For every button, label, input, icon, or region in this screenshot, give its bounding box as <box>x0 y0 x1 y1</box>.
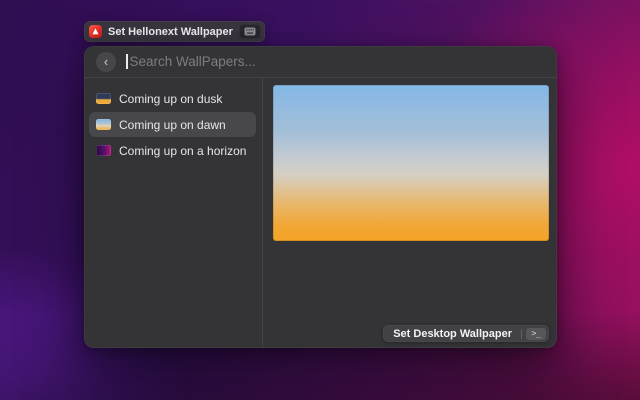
search-placeholder: Search WallPapers... <box>130 54 256 69</box>
list-item-label: Coming up on dusk <box>119 92 222 106</box>
list-item-dusk[interactable]: Coming up on dusk <box>89 86 256 111</box>
back-button[interactable]: ‹ <box>96 52 116 72</box>
keyboard-icon <box>244 27 256 36</box>
terminal-prompt-icon: >_ <box>526 328 546 340</box>
hellonext-icon <box>89 25 102 38</box>
list-item-label: Coming up on dawn <box>119 118 226 132</box>
wallpaper-list: Coming up on dusk Coming up on dawn Comi… <box>84 78 263 348</box>
text-caret <box>126 54 128 69</box>
dusk-thumbnail-icon <box>96 93 111 104</box>
back-chevron-icon: ‹ <box>104 55 108 68</box>
list-item-horizon[interactable]: Coming up on a horizon <box>89 138 256 163</box>
list-item-dawn[interactable]: Coming up on dawn <box>89 112 256 137</box>
button-divider <box>521 329 522 339</box>
list-item-label: Coming up on a horizon <box>119 144 246 158</box>
detail-panel <box>263 78 557 348</box>
command-chip[interactable]: Set Hellonext Wallpaper <box>84 21 265 42</box>
keyboard-badge <box>239 24 261 39</box>
command-chip-label: Set Hellonext Wallpaper <box>108 26 233 38</box>
desktop-background: Set Hellonext Wallpaper ‹ Search WallPap… <box>0 0 640 400</box>
window-content: Coming up on dusk Coming up on dawn Comi… <box>84 78 557 348</box>
set-desktop-wallpaper-button[interactable]: Set Desktop Wallpaper >_ <box>383 325 549 342</box>
wallpaper-preview <box>273 85 549 241</box>
action-button-label: Set Desktop Wallpaper <box>393 328 512 340</box>
wallpaper-window: ‹ Search WallPapers... Coming up on dusk… <box>84 46 557 348</box>
dawn-thumbnail-icon <box>96 119 111 130</box>
horizon-thumbnail-icon <box>96 145 111 156</box>
search-bar: ‹ Search WallPapers... <box>84 46 557 78</box>
search-input[interactable]: Search WallPapers... <box>126 46 545 77</box>
